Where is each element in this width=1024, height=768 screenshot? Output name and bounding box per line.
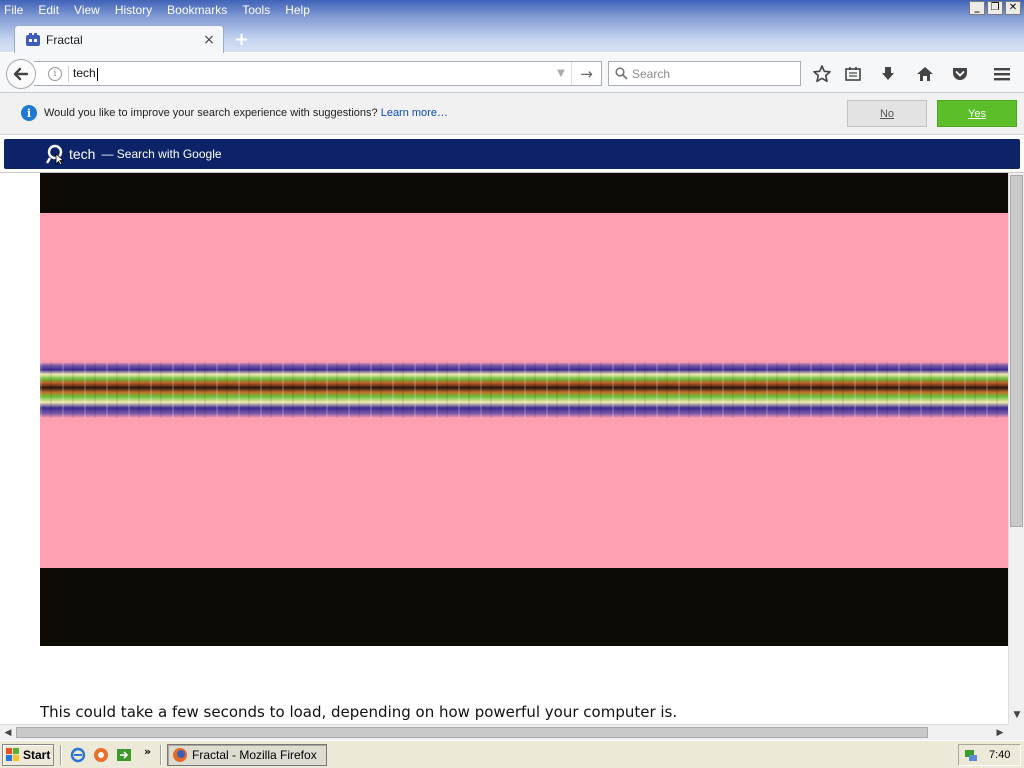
screen: File Edit View History Bookmarks Tools H… — [0, 0, 1024, 768]
tab-fractal[interactable]: Fractal × — [14, 25, 224, 53]
text-caret — [96, 67, 98, 81]
taskbar-item-firefox[interactable]: Fractal - Mozilla Firefox — [167, 744, 327, 766]
fractal-favicon-icon — [26, 32, 40, 46]
maximize-button[interactable]: ❐ — [987, 1, 1003, 15]
menu-bar: File Edit View History Bookmarks Tools H… — [0, 0, 325, 20]
start-label: Start — [23, 748, 51, 762]
start-button[interactable]: Start — [2, 744, 54, 766]
suggestion-action: — Search with Google — [101, 147, 222, 161]
quicklaunch-more-icon[interactable]: » — [144, 745, 151, 758]
yes-button[interactable]: Yes — [937, 100, 1017, 127]
media-player-icon[interactable] — [93, 747, 109, 763]
menu-history[interactable]: History — [115, 3, 152, 17]
go-arrow-icon[interactable]: → — [571, 62, 601, 85]
close-window-button[interactable]: ✕ — [1005, 1, 1021, 15]
search-suggestions-notification: i Would you like to improve your search … — [0, 93, 1024, 135]
system-tray: 7:40 — [958, 744, 1021, 766]
window-controls: _ ❐ ✕ — [969, 1, 1021, 15]
dropdown-icon[interactable]: ▼ — [551, 68, 571, 79]
scroll-left-arrow-icon[interactable]: ◀ — [0, 725, 16, 740]
taskbar: Start » Fractal - Mozilla Firefox 7:40 — [0, 740, 1024, 768]
page-content: This could take a few seconds to load, d… — [0, 173, 1008, 724]
scrollbar-corner — [1008, 724, 1024, 740]
search-engine-icon — [45, 144, 65, 165]
browser-title-area: File Edit View History Bookmarks Tools H… — [0, 0, 1024, 53]
fractal-band-texture — [40, 362, 1008, 418]
search-input[interactable]: Search — [608, 61, 801, 86]
quicklaunch-separator — [60, 745, 62, 765]
tab-title: Fractal — [46, 32, 83, 47]
home-icon[interactable] — [914, 63, 936, 85]
menu-file[interactable]: File — [4, 3, 23, 17]
search-icon — [615, 67, 628, 80]
horizontal-scrollbar[interactable]: ◀ ▶ — [0, 724, 1008, 740]
bookmark-star-icon[interactable] — [811, 63, 833, 85]
reading-list-icon[interactable] — [842, 63, 864, 85]
search-suggestion-row[interactable]: tech — Search with Google — [4, 139, 1020, 169]
menu-tools[interactable]: Tools — [242, 3, 270, 17]
url-separator — [68, 65, 69, 82]
horizontal-scroll-thumb[interactable] — [16, 727, 928, 738]
firefox-icon — [173, 748, 187, 762]
loading-note: This could take a few seconds to load, d… — [40, 703, 678, 721]
scroll-right-arrow-icon[interactable]: ▶ — [992, 725, 1008, 740]
taskbar-separator — [160, 745, 162, 765]
hamburger-menu-icon[interactable] — [991, 63, 1013, 85]
windows-logo-icon — [6, 748, 19, 761]
tab-close-icon[interactable]: × — [201, 32, 217, 48]
no-button[interactable]: No — [847, 100, 927, 127]
scroll-down-arrow-icon[interactable]: ▼ — [1009, 707, 1024, 722]
menu-edit[interactable]: Edit — [38, 3, 59, 17]
menu-bookmarks[interactable]: Bookmarks — [167, 3, 227, 17]
new-tab-button[interactable]: + — [234, 29, 249, 50]
vertical-scroll-thumb[interactable] — [1010, 175, 1023, 527]
learn-more-link[interactable]: Learn more… — [381, 107, 448, 119]
vertical-scrollbar[interactable]: ▼ — [1008, 173, 1024, 724]
back-arrow-icon — [13, 67, 29, 81]
minimize-button[interactable]: _ — [969, 1, 985, 15]
navigation-toolbar: i tech ▼ → Search — [0, 53, 1024, 93]
suggestion-query: tech — [69, 146, 96, 162]
clock[interactable]: 7:40 — [989, 749, 1010, 761]
menu-view[interactable]: View — [74, 3, 100, 17]
url-value: tech — [73, 66, 96, 81]
site-info-icon[interactable]: i — [48, 66, 62, 81]
pocket-icon[interactable] — [949, 63, 971, 85]
url-bar[interactable]: i tech ▼ → — [34, 61, 602, 86]
autocomplete-popup: tech — Search with Google — [0, 135, 1024, 173]
network-tray-icon[interactable] — [963, 747, 979, 763]
taskbar-item-label: Fractal - Mozilla Firefox — [192, 748, 317, 762]
downloads-icon[interactable] — [877, 63, 899, 85]
menu-help[interactable]: Help — [285, 3, 310, 17]
fractal-canvas — [40, 173, 1008, 646]
search-placeholder: Search — [632, 66, 671, 81]
back-button[interactable] — [6, 59, 36, 89]
notification-message: Would you like to improve your search ex… — [44, 107, 448, 119]
info-icon: i — [21, 105, 37, 121]
notification-text: Would you like to improve your search ex… — [44, 107, 378, 119]
internet-explorer-icon[interactable] — [70, 747, 86, 763]
show-desktop-icon[interactable] — [116, 747, 132, 763]
url-input[interactable]: tech — [73, 66, 551, 81]
